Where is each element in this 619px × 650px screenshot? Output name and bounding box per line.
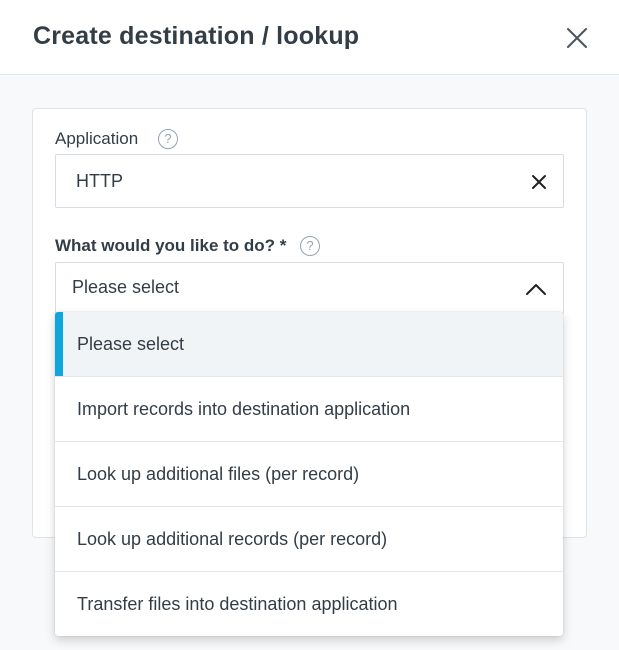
clear-x-icon bbox=[532, 175, 546, 189]
chevron-up-icon bbox=[526, 284, 546, 295]
action-select[interactable]: Please select bbox=[55, 262, 564, 314]
action-select-value: Please select bbox=[72, 277, 180, 297]
dropdown-option-please-select[interactable]: Please select bbox=[55, 312, 563, 377]
application-value: HTTP bbox=[76, 171, 123, 191]
action-label: What would you like to do? * bbox=[55, 236, 287, 255]
create-destination-dialog: Create destination / lookup Application … bbox=[0, 0, 619, 650]
dialog-header: Create destination / lookup bbox=[0, 0, 619, 75]
application-help-icon[interactable]: ? bbox=[158, 129, 178, 149]
option-label: Transfer files into destination applicat… bbox=[77, 594, 398, 614]
dropdown-option-import-records[interactable]: Import records into destination applicat… bbox=[55, 377, 563, 442]
action-select-toggle[interactable] bbox=[525, 282, 547, 296]
selected-accent-bar bbox=[55, 312, 63, 376]
option-label: Import records into destination applicat… bbox=[77, 399, 411, 419]
application-label: Application bbox=[55, 129, 139, 148]
dropdown-option-lookup-records[interactable]: Look up additional records (per record) bbox=[55, 507, 563, 572]
application-clear-button[interactable] bbox=[529, 172, 549, 192]
application-field[interactable]: HTTP bbox=[55, 154, 564, 208]
close-button[interactable] bbox=[562, 23, 592, 53]
dropdown-option-transfer-files[interactable]: Transfer files into destination applicat… bbox=[55, 572, 563, 636]
close-icon bbox=[567, 28, 587, 48]
dialog-title: Create destination / lookup bbox=[33, 22, 360, 50]
dropdown-option-lookup-files[interactable]: Look up additional files (per record) bbox=[55, 442, 563, 507]
option-label: Look up additional files (per record) bbox=[77, 464, 360, 484]
action-dropdown-menu: Please select Import records into destin… bbox=[55, 312, 563, 636]
option-label: Look up additional records (per record) bbox=[77, 529, 388, 549]
option-label: Please select bbox=[77, 334, 185, 354]
action-help-icon[interactable]: ? bbox=[300, 236, 320, 256]
